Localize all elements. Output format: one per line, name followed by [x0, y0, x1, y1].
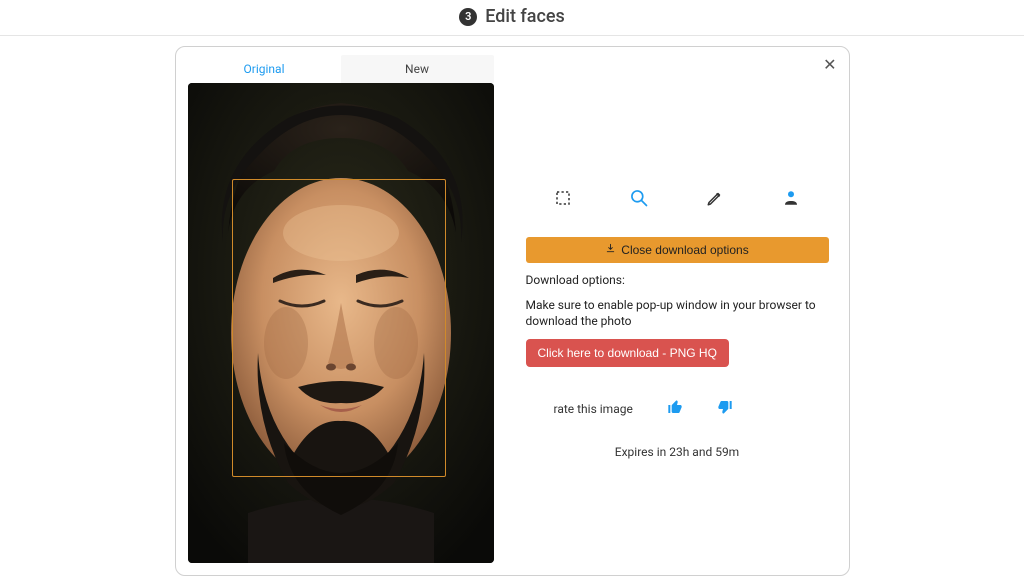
close-download-button[interactable]: Close download options — [526, 237, 829, 263]
step-badge: 3 — [459, 8, 477, 26]
rate-label: rate this image — [554, 402, 633, 416]
right-panel: Close download options Download options:… — [506, 47, 849, 575]
face-bounding-box[interactable] — [232, 179, 446, 477]
close-icon[interactable]: ✕ — [823, 57, 836, 73]
thumbs-down-icon[interactable] — [717, 399, 733, 419]
page-header: 3 Edit faces — [0, 0, 1024, 36]
person-icon[interactable] — [780, 187, 802, 209]
download-png-button[interactable]: Click here to download - PNG HQ — [526, 339, 729, 367]
download-options-label: Download options: — [526, 273, 829, 287]
tool-row — [526, 187, 829, 209]
zoom-icon[interactable] — [628, 187, 650, 209]
tab-new[interactable]: New — [341, 55, 494, 83]
download-icon — [605, 243, 616, 257]
select-box-icon[interactable] — [552, 187, 574, 209]
close-download-label: Close download options — [621, 243, 748, 257]
tab-original[interactable]: Original — [188, 55, 341, 83]
rate-row: rate this image — [526, 399, 829, 419]
image-preview — [188, 83, 494, 563]
left-panel: Original New — [176, 47, 506, 575]
thumbs-up-icon[interactable] — [667, 399, 683, 419]
tab-bar: Original New — [188, 55, 494, 83]
editor-card: ✕ Original New — [175, 46, 850, 576]
pencil-icon[interactable] — [704, 187, 726, 209]
expire-text: Expires in 23h and 59m — [526, 445, 829, 459]
page-title: Edit faces — [485, 6, 565, 27]
download-help-text: Make sure to enable pop-up window in you… — [526, 297, 829, 329]
